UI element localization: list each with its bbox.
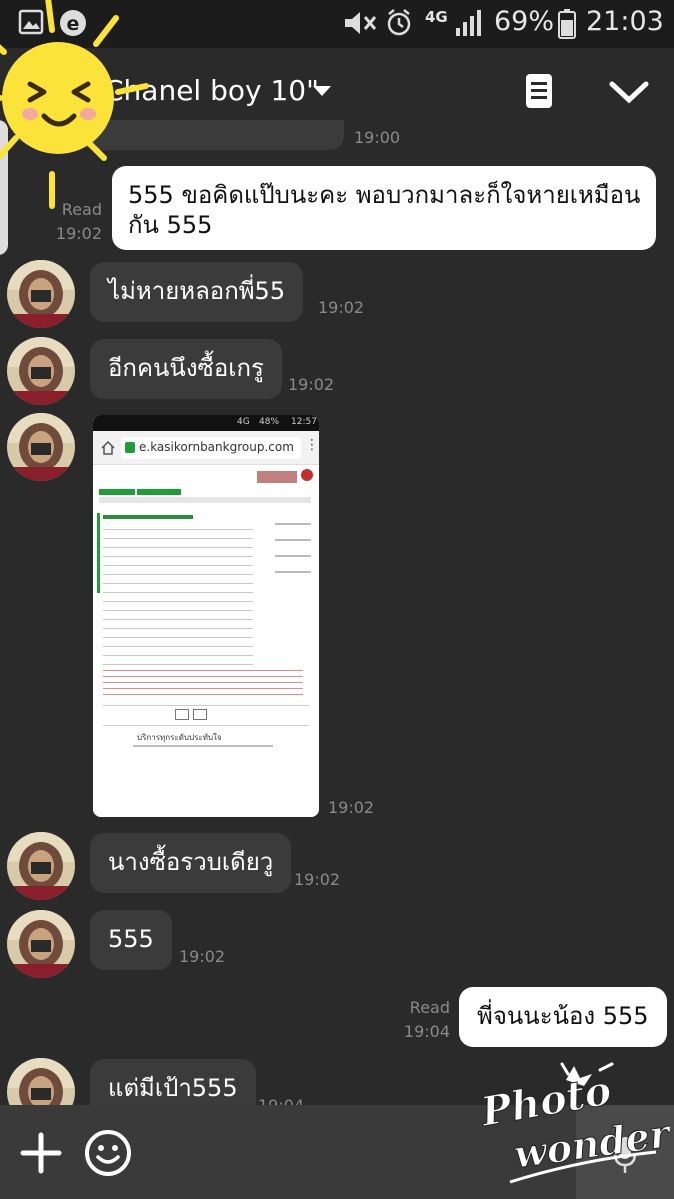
bank-heading-bar [99,497,311,503]
message-time: 19:02 [318,298,365,317]
status-time: 21:03 [586,6,664,37]
bank-divider [103,705,309,706]
more-vert-icon: ⋮ [305,437,319,453]
bank-footer-text: บริการทุกระดับประทับใจ [137,733,222,742]
home-icon [101,441,115,455]
bank-side-accent [97,513,100,593]
image-url-text: e.kasikornbankgroup.com [139,440,294,454]
mute-icon [345,12,377,34]
image-status-time: 12:57 [291,417,317,427]
message-time: 19:02 [288,375,335,394]
message-time: 19:00 [354,128,401,147]
notes-icon[interactable] [524,72,554,110]
message-time: 19:02 [294,870,341,889]
message-bubble-outgoing[interactable]: พี่จนนะน้อง 555 [459,987,667,1047]
message-bubble-outgoing[interactable]: 555 ขอคิดแป๊บนะคะ พอบวกมาละก็ใจหายเหมือน… [112,166,656,250]
image-battery: 48% [259,417,280,427]
message-time: 19:04 [403,1022,450,1041]
image-network-type: 4G [237,417,250,427]
battery-icon [558,9,576,39]
avatar[interactable] [7,832,75,900]
message-text-line: กัน 555 [128,211,213,239]
bank-logo-icon [301,469,313,481]
image-url-bar: e.kasikornbankgroup.com ⋮ [93,431,319,465]
message-time: 19:02 [179,947,226,966]
message-bubble-incoming[interactable]: นางซื้อรวบเดียวู [90,833,292,893]
bank-red-note [103,667,303,695]
alarm-icon [387,9,411,36]
bank-page-content: บริการทุกระดับประทับใจ [93,467,319,817]
message-bubble-incoming[interactable]: แต่มีเป้า555 [90,1059,256,1105]
signal-icon [456,10,481,36]
collapse-chevron-icon[interactable] [608,78,650,108]
network-type-label: 4G [425,8,448,26]
chat-area[interactable]: 19:00 Read 19:02 555 ขอคิดแป๊บนะคะ พอบวก… [0,120,674,1105]
add-icon[interactable] [20,1132,62,1174]
bank-tab [137,489,181,495]
photowonder-watermark: Photo wonder [480,1062,670,1184]
url-field: e.kasikornbankgroup.com [121,437,301,459]
chevron-down-icon[interactable] [313,86,331,96]
bank-form-lines [103,525,253,665]
sun-sticker [0,0,149,209]
avatar[interactable] [7,413,75,481]
avatar[interactable] [7,337,75,405]
image-status-bar: 4G 48% 12:57 [93,415,319,431]
bank-section-title [103,515,193,519]
message-time: 19:02 [328,798,375,817]
bank-print-button [175,709,189,720]
message-time: 19:02 [55,224,102,243]
message-bubble-incoming[interactable]: 555 [90,910,172,970]
battery-percent: 69% [494,6,555,37]
bank-logo-block [257,471,297,483]
message-time: 19:04 [258,1096,304,1105]
message-bubble-incoming[interactable]: อีกคนนึงซื้อเกรู [90,339,282,399]
bank-side-links [275,513,311,587]
lock-icon [125,442,135,453]
avatar[interactable] [7,260,75,328]
bank-footer-line [133,745,273,747]
avatar[interactable] [7,1058,75,1105]
bank-tab [99,489,135,495]
bank-divider [103,725,309,726]
emoji-icon[interactable] [84,1129,132,1177]
avatar[interactable] [7,910,75,978]
message-text-line: 555 ขอคิดแป๊บนะคะ พอบวกมาละก็ใจหายเหมือน [128,181,641,209]
read-receipt: Read [409,998,450,1017]
message-bubble-incoming[interactable]: ไม่หายหลอกพี่55 [90,262,304,322]
shared-image-message[interactable]: 4G 48% 12:57 e.kasikornbankgroup.com ⋮ บ… [93,415,319,817]
bank-email-button [193,709,207,720]
